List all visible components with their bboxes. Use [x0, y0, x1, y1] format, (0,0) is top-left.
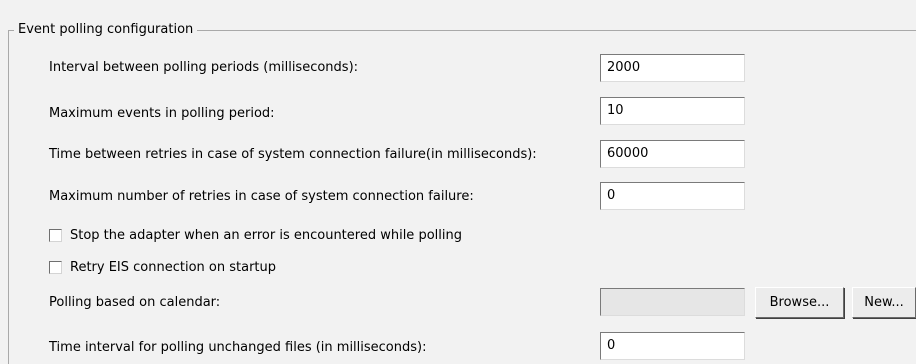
browse-button[interactable]: Browse... — [755, 287, 844, 318]
retry-eis-label: Retry EIS connection on startup — [70, 259, 277, 275]
retry-time-input[interactable]: 60000 — [600, 140, 745, 168]
stop-adapter-checkbox-row[interactable]: Stop the adapter when an error is encoun… — [49, 226, 462, 244]
max-events-label: Maximum events in polling period: — [49, 106, 275, 121]
max-retries-input[interactable]: 0 — [600, 182, 745, 210]
retry-time-label: Time between retries in case of system c… — [49, 147, 537, 162]
calendar-input — [600, 288, 745, 316]
stop-adapter-checkbox[interactable] — [49, 228, 62, 242]
unchanged-interval-label: Time interval for polling unchanged file… — [49, 340, 427, 355]
stop-adapter-label: Stop the adapter when an error is encoun… — [70, 227, 462, 243]
retry-eis-checkbox[interactable] — [49, 260, 62, 274]
new-button[interactable]: New... — [852, 287, 916, 318]
calendar-label: Polling based on calendar: — [49, 295, 221, 310]
retry-eis-checkbox-row[interactable]: Retry EIS connection on startup — [49, 258, 276, 276]
interval-label: Interval between polling periods (millis… — [49, 60, 359, 75]
group-title: Event polling configuration — [14, 21, 198, 39]
event-polling-panel: Event polling configuration Interval bet… — [0, 0, 916, 364]
max-events-input[interactable]: 10 — [600, 97, 745, 125]
unchanged-interval-input[interactable]: 0 — [600, 332, 745, 360]
max-retries-label: Maximum number of retries in case of sys… — [49, 189, 474, 204]
interval-input[interactable]: 2000 — [600, 54, 745, 82]
